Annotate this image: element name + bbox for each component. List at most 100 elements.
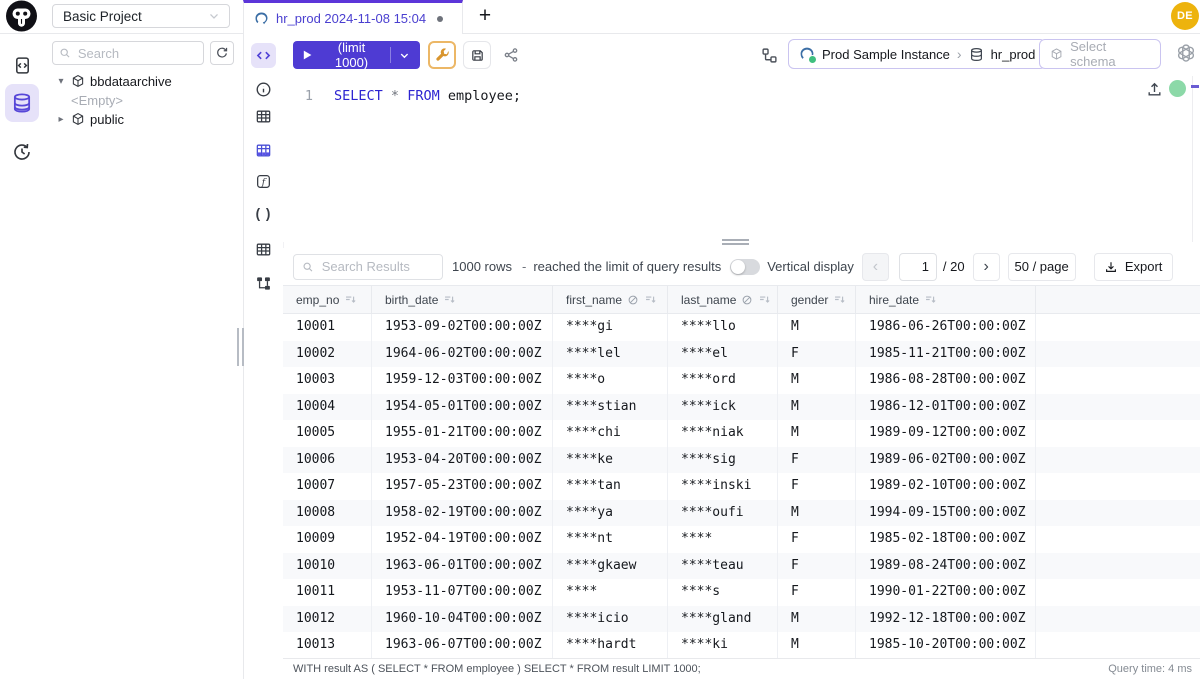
cell-gender[interactable]: M <box>778 500 856 527</box>
chevron-down-icon[interactable] <box>398 49 411 62</box>
cell-gender[interactable]: F <box>778 473 856 500</box>
app-logo-icon[interactable] <box>5 0 38 33</box>
navigator-search-input[interactable] <box>76 45 197 62</box>
result-grid-icon[interactable] <box>251 237 276 262</box>
connection-tree-icon[interactable] <box>757 43 781 67</box>
table-row[interactable]: 100121960-10-04T00:00:00Z****icio****gla… <box>283 606 1200 633</box>
cell-emp_no[interactable]: 10001 <box>283 314 372 341</box>
results-search-box[interactable] <box>293 254 443 280</box>
cell-last_name[interactable]: ****ord <box>668 367 778 394</box>
database-navigator-tab[interactable] <box>5 84 39 122</box>
er-diagram-icon[interactable] <box>251 271 276 296</box>
export-button[interactable]: Export <box>1094 253 1173 281</box>
run-query-button[interactable]: (limit 1000) <box>293 41 420 69</box>
cell-first_name[interactable]: ****stian <box>553 394 668 421</box>
cell-birth_date[interactable]: 1963-06-07T00:00:00Z <box>372 632 553 658</box>
cell-birth_date[interactable]: 1954-05-01T00:00:00Z <box>372 394 553 421</box>
format-wrench-button[interactable] <box>428 41 456 69</box>
caret-down-icon[interactable]: ▾ <box>56 76 66 87</box>
cell-last_name[interactable]: ****llo <box>668 314 778 341</box>
table-row[interactable]: 100031959-12-03T00:00:00Z****o****ordM19… <box>283 367 1200 394</box>
table-row[interactable]: 100071957-05-23T00:00:00Z****tan****insk… <box>283 473 1200 500</box>
share-button[interactable] <box>497 41 525 69</box>
cell-first_name[interactable]: ****o <box>553 367 668 394</box>
cell-last_name[interactable]: ****el <box>668 341 778 368</box>
upload-script-icon[interactable] <box>1146 81 1163 98</box>
cell-birth_date[interactable]: 1964-06-02T00:00:00Z <box>372 341 553 368</box>
cell-hire_date[interactable]: 1985-10-20T00:00:00Z <box>856 632 1036 658</box>
table-row[interactable]: 100091952-04-19T00:00:00Z****nt****F1985… <box>283 526 1200 553</box>
cell-gender[interactable]: F <box>778 447 856 474</box>
table-row[interactable]: 100111953-11-07T00:00:00Z********sF1990-… <box>283 579 1200 606</box>
cell-emp_no[interactable]: 10006 <box>283 447 372 474</box>
cell-gender[interactable]: M <box>778 367 856 394</box>
info-icon[interactable] <box>251 77 276 102</box>
new-tab-button[interactable]: + <box>472 3 498 29</box>
table-row[interactable]: 100051955-01-21T00:00:00Z****chi****niak… <box>283 420 1200 447</box>
cell-birth_date[interactable]: 1957-05-23T00:00:00Z <box>372 473 553 500</box>
schema-selector[interactable]: Select schema <box>1039 39 1161 69</box>
cell-birth_date[interactable]: 1963-06-01T00:00:00Z <box>372 553 553 580</box>
table-row[interactable]: 100131963-06-07T00:00:00Z****hardt****ki… <box>283 632 1200 658</box>
navigator-search-box[interactable] <box>52 41 204 65</box>
results-resize-handle[interactable] <box>722 239 749 245</box>
user-avatar[interactable]: DE <box>1171 2 1199 30</box>
table-row[interactable]: 100081958-02-19T00:00:00Z****ya****oufiM… <box>283 500 1200 527</box>
cell-first_name[interactable]: ****chi <box>553 420 668 447</box>
cell-emp_no[interactable]: 10004 <box>283 394 372 421</box>
table-row[interactable]: 100101963-06-01T00:00:00Z****gkaew****te… <box>283 553 1200 580</box>
cell-emp_no[interactable]: 10009 <box>283 526 372 553</box>
cell-first_name[interactable]: ****hardt <box>553 632 668 658</box>
cell-hire_date[interactable]: 1989-09-12T00:00:00Z <box>856 420 1036 447</box>
history-icon[interactable] <box>11 141 33 163</box>
cell-first_name[interactable]: ****nt <box>553 526 668 553</box>
cell-last_name[interactable]: ****teau <box>668 553 778 580</box>
cell-first_name[interactable]: ****lel <box>553 341 668 368</box>
column-header-gender[interactable]: gender <box>778 286 856 313</box>
cell-hire_date[interactable]: 1986-06-26T00:00:00Z <box>856 314 1036 341</box>
sql-code-tab[interactable] <box>251 43 276 68</box>
grid-view-icon[interactable] <box>251 104 276 129</box>
cell-birth_date[interactable]: 1953-04-20T00:00:00Z <box>372 447 553 474</box>
cell-first_name[interactable]: ****tan <box>553 473 668 500</box>
cell-emp_no[interactable]: 10008 <box>283 500 372 527</box>
page-size-selector[interactable]: 50 / page <box>1008 253 1076 281</box>
cell-hire_date[interactable]: 1989-02-10T00:00:00Z <box>856 473 1036 500</box>
column-header-birth_date[interactable]: birth_date <box>372 286 553 313</box>
cell-birth_date[interactable]: 1953-09-02T00:00:00Z <box>372 314 553 341</box>
sort-icon[interactable] <box>758 293 771 306</box>
cell-last_name[interactable]: ****oufi <box>668 500 778 527</box>
cell-last_name[interactable]: ****ick <box>668 394 778 421</box>
cell-hire_date[interactable]: 1985-11-21T00:00:00Z <box>856 341 1036 368</box>
cell-birth_date[interactable]: 1959-12-03T00:00:00Z <box>372 367 553 394</box>
cell-last_name[interactable]: **** <box>668 526 778 553</box>
cell-gender[interactable]: F <box>778 341 856 368</box>
cell-gender[interactable]: M <box>778 314 856 341</box>
table-row[interactable]: 100021964-06-02T00:00:00Z****lel****elF1… <box>283 341 1200 368</box>
cell-gender[interactable]: M <box>778 632 856 658</box>
table-row[interactable]: 100041954-05-01T00:00:00Z****stian****ic… <box>283 394 1200 421</box>
cell-birth_date[interactable]: 1958-02-19T00:00:00Z <box>372 500 553 527</box>
prev-page-button[interactable]: ‹ <box>862 253 889 281</box>
cell-hire_date[interactable]: 1989-08-24T00:00:00Z <box>856 553 1036 580</box>
panel-resize-handle[interactable] <box>237 328 244 366</box>
cell-emp_no[interactable]: 10007 <box>283 473 372 500</box>
connection-selector[interactable]: Prod Sample Instance › hr_prod <box>788 39 1046 69</box>
cell-last_name[interactable]: ****sig <box>668 447 778 474</box>
cell-first_name[interactable]: **** <box>553 579 668 606</box>
cell-first_name[interactable]: ****ya <box>553 500 668 527</box>
cell-first_name[interactable]: ****gkaew <box>553 553 668 580</box>
cell-emp_no[interactable]: 10003 <box>283 367 372 394</box>
sort-icon[interactable] <box>644 293 657 306</box>
cell-hire_date[interactable]: 1986-08-28T00:00:00Z <box>856 367 1036 394</box>
cell-last_name[interactable]: ****inski <box>668 473 778 500</box>
cell-gender[interactable]: F <box>778 526 856 553</box>
next-page-button[interactable]: › <box>973 253 1000 281</box>
sql-editor-file-icon[interactable] <box>11 54 33 76</box>
column-header-first_name[interactable]: first_name <box>553 286 668 313</box>
sort-icon[interactable] <box>344 293 357 306</box>
cell-birth_date[interactable]: 1952-04-19T00:00:00Z <box>372 526 553 553</box>
cell-gender[interactable]: F <box>778 553 856 580</box>
tree-item-public[interactable]: ▸ public <box>44 109 243 129</box>
project-selector[interactable]: Basic Project <box>52 4 230 28</box>
